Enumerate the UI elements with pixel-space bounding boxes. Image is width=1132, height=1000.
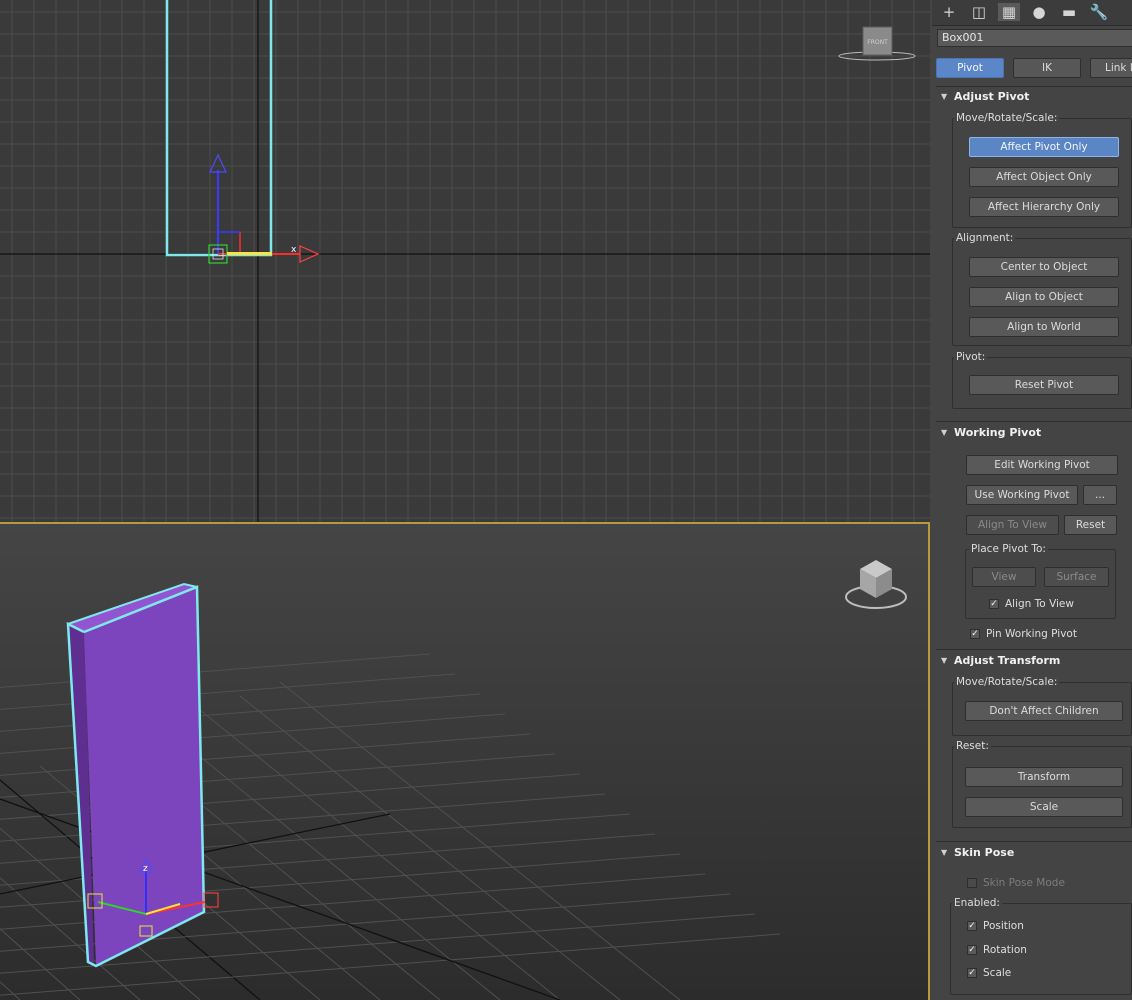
transform-move-rotate-scale-label: Move/Rotate/Scale:: [954, 676, 1060, 689]
tab-link-info[interactable]: Link Info: [1090, 58, 1132, 78]
center-to-object-button[interactable]: Center to Object: [969, 257, 1119, 277]
reset-scale-button[interactable]: Scale: [965, 797, 1123, 817]
command-panel: + ◫ ▦ ● ▬ 🔧 Box001 Pivot IK Link Info ▼ …: [932, 0, 1132, 1000]
place-pivot-to-label: Place Pivot To:: [969, 543, 1048, 556]
place-pivot-view-button[interactable]: View: [972, 567, 1036, 587]
utilities-tab-icon[interactable]: 🔧: [1088, 3, 1110, 21]
skin-pose-title: Skin Pose: [954, 846, 1015, 859]
modify-tab-icon[interactable]: ◫: [968, 3, 990, 21]
adjust-transform-rollout-header[interactable]: ▼ Adjust Transform: [936, 651, 1132, 671]
rotation-checkbox[interactable]: ✓ Rotation: [967, 943, 1027, 957]
align-to-view-button[interactable]: Align To View: [966, 515, 1059, 535]
z-axis-label: z: [143, 864, 148, 874]
viewcube-label: FRONT: [867, 39, 888, 46]
front-grid: [0, 0, 930, 522]
perspective-viewcube[interactable]: [845, 560, 907, 609]
perspective-viewport-canvas: z: [0, 560, 907, 1000]
pivot-label: Pivot:: [954, 351, 988, 364]
adjust-transform-title: Adjust Transform: [954, 654, 1061, 667]
align-to-object-button[interactable]: Align to Object: [969, 287, 1119, 307]
checkmark-icon: ✓: [967, 945, 977, 955]
display-tab-icon[interactable]: ▬: [1058, 3, 1080, 21]
align-to-world-button[interactable]: Align to World: [969, 317, 1119, 337]
position-checkbox[interactable]: ✓ Position: [967, 919, 1024, 933]
create-tab-icon[interactable]: +: [938, 3, 960, 21]
pivot-gizmo: [208, 153, 320, 264]
checkmark-icon: ✓: [967, 921, 977, 931]
collapse-triangle-icon: ▼: [941, 92, 948, 101]
checkmark-icon: ✓: [989, 599, 999, 609]
collapse-triangle-icon: ▼: [941, 656, 948, 665]
collapse-triangle-icon: ▼: [941, 848, 948, 857]
affect-pivot-only-button[interactable]: Affect Pivot Only: [969, 137, 1119, 157]
working-pivot-rollout-header[interactable]: ▼ Working Pivot: [936, 423, 1132, 443]
hierarchy-tab-icon[interactable]: ▦: [998, 3, 1020, 21]
checkmark-icon: ✓: [967, 968, 977, 978]
perspective-viewport[interactable]: z: [0, 522, 930, 1000]
reset-pivot-button[interactable]: Reset Pivot: [969, 375, 1119, 395]
working-pivot-title: Working Pivot: [954, 426, 1042, 439]
dont-affect-children-button[interactable]: Don't Affect Children: [965, 701, 1123, 721]
use-working-pivot-button[interactable]: Use Working Pivot: [966, 485, 1078, 505]
tab-ik[interactable]: IK: [1013, 58, 1081, 78]
reset-transform-button[interactable]: Transform: [965, 767, 1123, 787]
reset-working-pivot-button[interactable]: Reset: [1064, 515, 1117, 535]
affect-object-only-button[interactable]: Affect Object Only: [969, 167, 1119, 187]
skin-pose-rollout-header[interactable]: ▼ Skin Pose: [936, 843, 1132, 863]
scale-checkbox[interactable]: ✓ Scale: [967, 966, 1011, 980]
reset-label: Reset:: [954, 740, 991, 753]
checkmark-icon: ✓: [970, 629, 980, 639]
align-to-view-checkbox[interactable]: ✓ Align To View: [989, 597, 1074, 611]
move-rotate-scale-label: Move/Rotate/Scale:: [954, 112, 1060, 125]
object-name-field[interactable]: Box001: [937, 29, 1132, 47]
working-pivot-options-button[interactable]: ...: [1083, 485, 1117, 505]
edit-working-pivot-button[interactable]: Edit Working Pivot: [966, 455, 1118, 475]
tab-pivot[interactable]: Pivot: [936, 58, 1004, 78]
skin-pose-mode-checkbox[interactable]: Skin Pose Mode: [967, 876, 1065, 890]
collapse-triangle-icon: ▼: [941, 428, 948, 437]
alignment-label: Alignment:: [954, 232, 1016, 245]
front-viewport-canvas: x FRONT: [0, 0, 930, 522]
pin-working-pivot-checkbox[interactable]: ✓ Pin Working Pivot: [970, 627, 1077, 641]
adjust-pivot-title: Adjust Pivot: [954, 90, 1030, 103]
command-panel-tabs: + ◫ ▦ ● ▬ 🔧: [932, 0, 1132, 26]
front-viewport[interactable]: x FRONT: [0, 0, 930, 522]
enabled-label: Enabled:: [952, 897, 1002, 910]
place-pivot-surface-button[interactable]: Surface: [1044, 567, 1109, 587]
adjust-pivot-rollout-header[interactable]: ▼ Adjust Pivot: [936, 87, 1132, 107]
box-front-face: [84, 587, 204, 966]
motion-tab-icon[interactable]: ●: [1028, 3, 1050, 21]
affect-hierarchy-only-button[interactable]: Affect Hierarchy Only: [969, 197, 1119, 217]
front-viewcube[interactable]: FRONT: [838, 26, 916, 61]
x-axis-label: x: [291, 245, 297, 255]
